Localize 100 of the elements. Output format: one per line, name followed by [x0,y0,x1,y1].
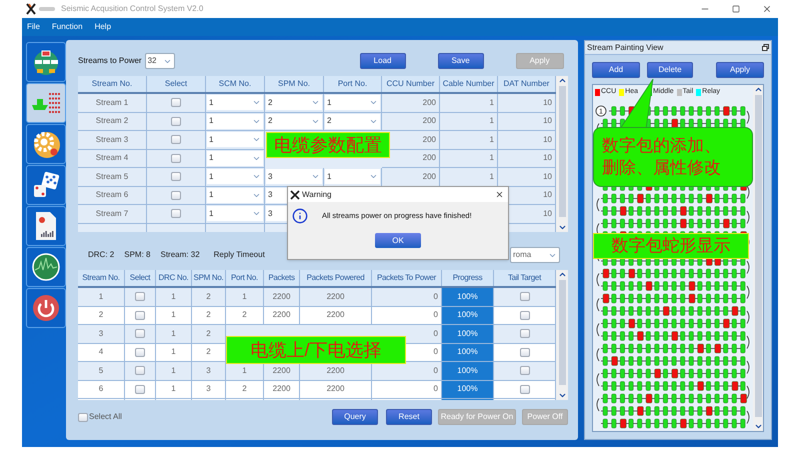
checkbox[interactable] [135,329,145,338]
checkbox[interactable] [171,190,181,200]
table-cell-text: Stream 4 [94,152,130,164]
annotation-label: 数字包蛇形显示 [593,233,749,259]
table-cell-text: 2 [205,290,212,303]
column-header: DRC No. [156,270,192,286]
mode-select[interactable]: roma [510,247,560,263]
dropdown-field[interactable]: 1 [325,169,380,184]
dropdown-field[interactable]: 1 [207,206,263,221]
sidebar-button[interactable] [26,206,66,246]
scroll-down-icon[interactable] [558,223,566,232]
dropdown-field[interactable]: 1 [207,169,263,184]
scroll-thumb[interactable] [754,95,762,417]
action-button[interactable]: Delete [647,62,693,78]
table-cell-text: 1 [241,364,248,377]
action-button[interactable]: Reset [386,409,432,425]
checkbox[interactable] [520,384,530,394]
checkbox[interactable] [135,348,145,357]
checkbox[interactable] [171,209,181,218]
dropdown-field[interactable]: 1 [207,95,263,110]
table-cell-text: 2 [98,309,104,322]
action-button[interactable]: Save [438,53,484,69]
sidebar-button[interactable] [26,288,66,328]
restore-icon[interactable] [762,44,769,51]
column-header: SCM No. [206,76,265,92]
dropdown-field[interactable]: 1 [325,95,380,110]
table-cell-text: 2 [241,383,248,396]
checkbox[interactable] [135,292,145,302]
dropdown-field[interactable]: 1 [207,188,263,202]
progress-cell: 100% [442,306,494,325]
select-all-label[interactable]: Select All [89,411,122,423]
maximize-icon[interactable] [732,5,740,13]
table-cell-text: 1 [488,96,494,109]
dropdown-field[interactable]: 3 [266,169,322,184]
action-button[interactable]: Query [332,409,378,425]
sidebar-button[interactable] [26,165,66,205]
dropdown-field[interactable]: 2 [266,114,322,128]
streams-label: Streams to Power [78,55,142,67]
menu-item[interactable]: Function [52,21,83,33]
table-cell-text: 2200 [272,383,292,396]
dropdown-field[interactable]: 1 [207,132,263,147]
scrollbar[interactable] [753,85,763,431]
table-cell-text: Stream 3 [94,134,130,146]
scroll-down-icon[interactable] [754,422,762,431]
column-header: Select [147,76,206,92]
scroll-up-icon[interactable] [558,76,566,85]
scrollbar[interactable] [556,270,568,400]
checkbox[interactable] [78,412,88,422]
sidebar-button[interactable] [26,247,66,287]
checkbox[interactable] [171,116,181,126]
dice-icon [31,170,61,200]
scroll-up-icon[interactable] [558,270,566,279]
table-cell-text: 1 [170,309,177,322]
dropdown-field[interactable]: 2 [266,95,322,110]
table-cell-text: 1 [170,364,177,377]
menu-item[interactable]: Help [94,21,112,33]
checkbox[interactable] [135,384,145,394]
checkbox[interactable] [135,310,145,320]
action-button[interactable]: Load [360,53,406,69]
checkbox[interactable] [135,366,145,376]
scroll-down-icon[interactable] [558,391,566,400]
scrollbar[interactable] [556,76,568,232]
table-cell-text: 200 [422,134,436,146]
table-cell-text: 10 [542,170,552,183]
checkbox[interactable] [520,329,530,338]
progress-cell: 100% [442,325,494,344]
menu-item[interactable]: File [27,21,40,33]
annotation-label: 电缆参数配置 [266,132,390,158]
action-button[interactable]: Add [592,62,640,78]
streams-select[interactable]: 32 [144,53,175,69]
checkbox[interactable] [520,292,530,302]
callout-text: 数字包的添加、 [602,135,722,157]
scroll-thumb[interactable] [558,280,566,385]
dropdown-field[interactable]: 1 [207,114,263,128]
checkbox[interactable] [171,154,181,163]
checkbox[interactable] [520,348,530,357]
dropdown-field[interactable]: 1 [207,150,263,166]
close-icon[interactable] [495,190,504,199]
timeout-label: Reply Timeout [214,249,265,261]
table-cell-text: 2200 [272,309,292,322]
checkbox[interactable] [171,172,181,182]
checkbox[interactable] [171,98,181,108]
column-header: Select [125,270,156,286]
checkbox[interactable] [171,135,181,144]
scroll-thumb[interactable] [558,86,566,217]
table-cell-text: 1 [488,170,494,183]
close-icon[interactable] [762,4,772,14]
sidebar-button[interactable] [26,42,66,82]
sidebar-button[interactable] [26,124,66,164]
sidebar-button[interactable] [26,83,66,123]
checkbox[interactable] [520,310,530,320]
table-cell-text: 1 [488,152,494,164]
scroll-up-icon[interactable] [754,85,762,94]
summary-text: Stream: 32 [160,249,200,261]
info-icon [292,208,308,224]
table-cell-text: Stream 2 [94,115,130,128]
action-button[interactable]: Apply [716,62,764,78]
dropdown-field[interactable]: 2 [325,114,380,128]
checkbox[interactable] [520,366,530,376]
ok-button[interactable]: OK [375,233,421,248]
